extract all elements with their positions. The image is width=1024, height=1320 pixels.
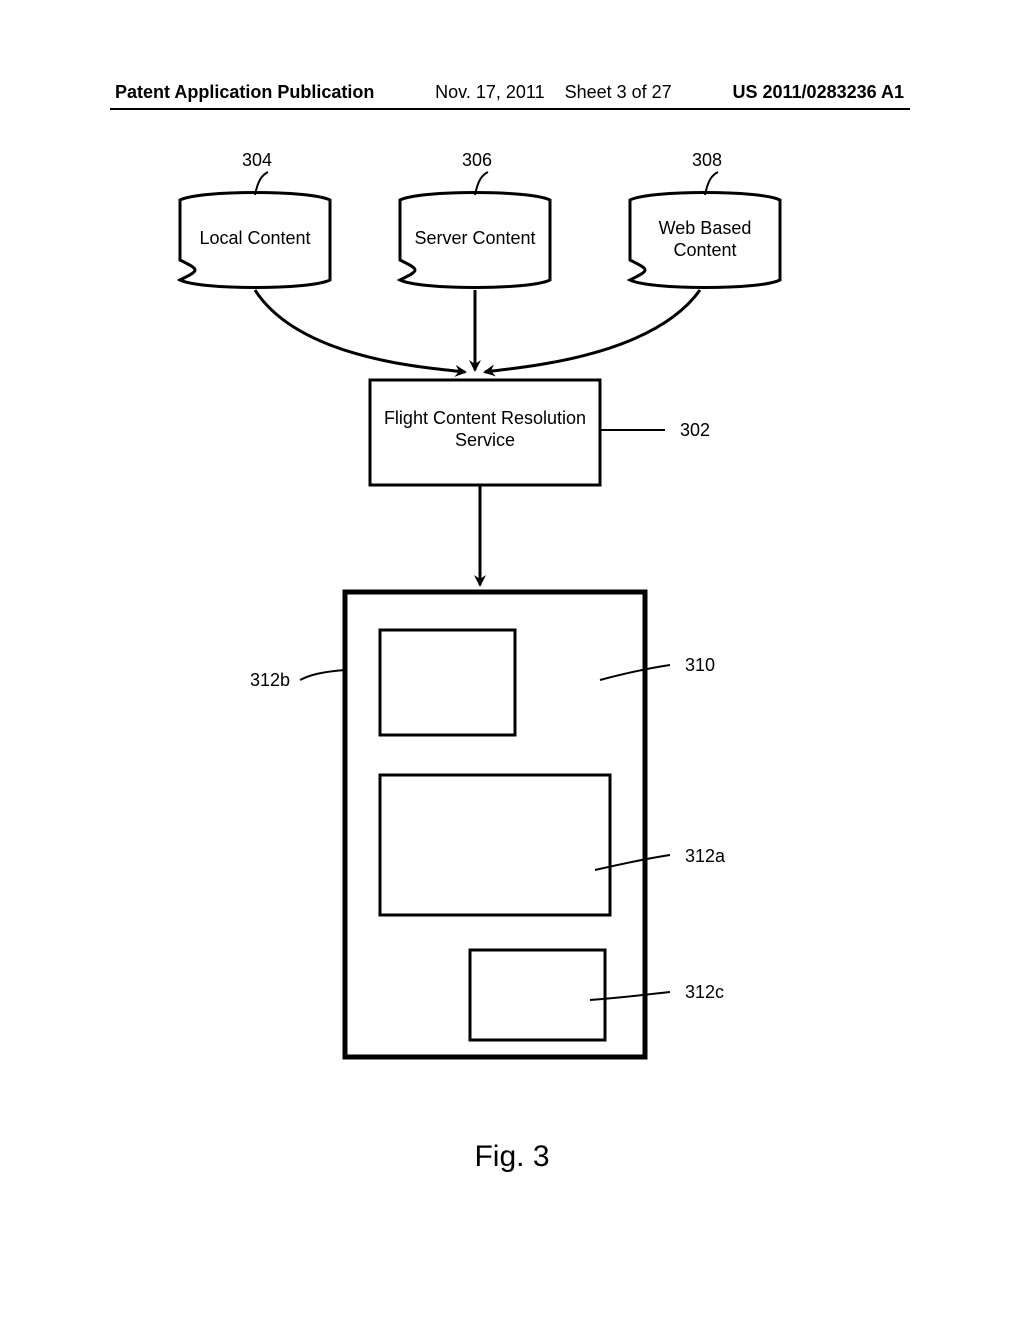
service-box [370,380,600,485]
web-content-node [630,193,780,288]
server-content-node [400,193,550,288]
arrow-web-to-service [485,290,700,372]
figure-caption: Fig. 3 [0,1140,1024,1174]
local-content-node [180,193,330,288]
ref-leader-312b [300,670,345,680]
figure-diagram [0,0,1024,1320]
arrow-local-to-service [255,290,465,372]
display-panel [345,592,645,1057]
